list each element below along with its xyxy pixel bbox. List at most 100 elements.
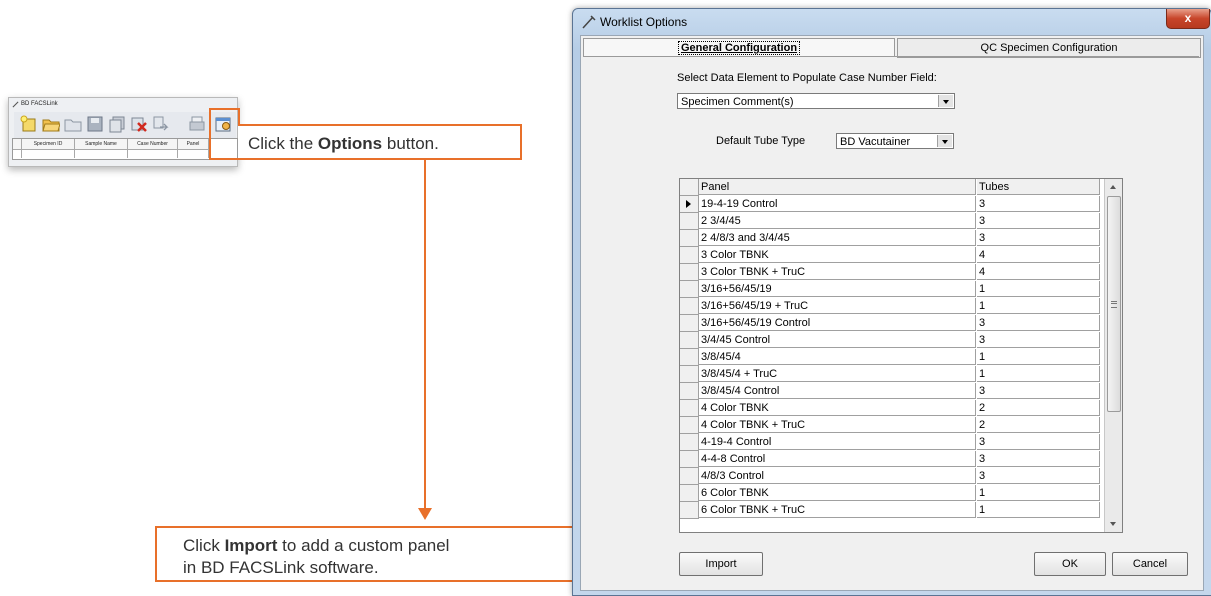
row-selector[interactable] [680,468,699,485]
cell-panel[interactable]: 3/16+56/45/19 [699,281,976,297]
table-row[interactable]: 3 Color TBNK 4 [680,247,1104,264]
scrollbar-thumb[interactable] [1107,196,1121,412]
table-row[interactable]: 2 4/8/3 and 3/4/45 3 [680,230,1104,247]
row-selector[interactable] [680,366,699,383]
row-selector[interactable] [680,247,699,264]
cell-panel[interactable]: 4 Color TBNK + TruC [699,417,976,433]
cell-panel[interactable]: 6 Color TBNK + TruC [699,502,976,518]
scroll-down-icon[interactable] [1110,522,1116,526]
column-header-panel[interactable]: Panel [699,179,976,195]
cell-panel[interactable]: 4-19-4 Control [699,434,976,450]
row-selector[interactable] [680,332,699,349]
cell-tubes[interactable]: 3 [977,468,1100,484]
table-row[interactable]: 3/16+56/45/19 Control 3 [680,315,1104,332]
cell-panel[interactable]: 3 Color TBNK [699,247,976,263]
tab-qc-specimen-configuration[interactable]: QC Specimen Configuration [897,38,1201,58]
cell-panel[interactable]: 4 Color TBNK [699,400,976,416]
table-row[interactable]: 4/8/3 Control 3 [680,468,1104,485]
row-selector[interactable] [680,315,699,332]
close-button[interactable]: x [1166,9,1210,29]
row-selector[interactable] [680,451,699,468]
row-selector[interactable] [680,383,699,400]
cell-tubes[interactable]: 2 [977,417,1100,433]
cell-panel[interactable]: 3/16+56/45/19 Control [699,315,976,331]
row-selector[interactable] [680,281,699,298]
cell-tubes[interactable]: 3 [977,332,1100,348]
cell-panel[interactable]: 3/8/45/4 + TruC [699,366,976,382]
row-selector[interactable] [680,230,699,247]
new-icon[interactable] [20,115,38,133]
row-selector[interactable] [680,298,699,315]
row-selector[interactable] [680,502,699,519]
import-button[interactable]: Import [679,552,763,576]
row-selector[interactable] [680,196,699,213]
table-row[interactable]: 3/8/45/4 1 [680,349,1104,366]
cell-tubes[interactable]: 2 [977,400,1100,416]
table-row[interactable]: 6 Color TBNK + TruC 1 [680,502,1104,519]
cell-tubes[interactable]: 3 [977,434,1100,450]
cell-panel[interactable]: 19-4-19 Control [699,196,976,212]
cell-tubes[interactable]: 3 [977,315,1100,331]
chevron-down-icon[interactable] [937,135,952,147]
cell-tubes[interactable]: 4 [977,247,1100,263]
table-row[interactable]: 19-4-19 Control 3 [680,196,1104,213]
table-row[interactable]: 3/16+56/45/19 + TruC 1 [680,298,1104,315]
cell-tubes[interactable]: 1 [977,349,1100,365]
cell-tubes[interactable]: 3 [977,196,1100,212]
cell-panel[interactable]: 4/8/3 Control [699,468,976,484]
column-header-tubes[interactable]: Tubes [977,179,1100,195]
table-row[interactable]: 3/8/45/4 + TruC 1 [680,366,1104,383]
table-row[interactable]: 3/16+56/45/19 1 [680,281,1104,298]
cell-tubes[interactable]: 4 [977,264,1100,280]
row-selector[interactable] [680,264,699,281]
row-selector[interactable] [680,434,699,451]
copy-icon[interactable] [108,115,126,133]
cell-tubes[interactable]: 1 [977,298,1100,314]
row-selector[interactable] [680,213,699,230]
cell-tubes[interactable]: 3 [977,383,1100,399]
save-icon[interactable] [86,115,104,133]
cell-panel[interactable]: 6 Color TBNK [699,485,976,501]
tab-general-configuration[interactable]: General Configuration [583,38,895,57]
row-selector[interactable] [680,485,699,502]
table-row[interactable]: 6 Color TBNK 1 [680,485,1104,502]
table-row[interactable]: 3/8/45/4 Control 3 [680,383,1104,400]
folder-icon[interactable] [64,115,82,133]
table-row[interactable]: 4-4-8 Control 3 [680,451,1104,468]
table-row[interactable]: 3/4/45 Control 3 [680,332,1104,349]
cell-tubes[interactable]: 3 [977,213,1100,229]
row-selector[interactable] [680,417,699,434]
cell-panel[interactable]: 3/8/45/4 Control [699,383,976,399]
cell-panel[interactable]: 2 4/8/3 and 3/4/45 [699,230,976,246]
export-icon[interactable] [152,115,170,133]
cell-tubes[interactable]: 3 [977,451,1100,467]
table-row[interactable]: 4 Color TBNK + TruC 2 [680,417,1104,434]
cell-tubes[interactable]: 1 [977,485,1100,501]
grid-vertical-scrollbar[interactable] [1104,179,1122,532]
cell-panel[interactable]: 3/16+56/45/19 + TruC [699,298,976,314]
table-row[interactable]: 3 Color TBNK + TruC 4 [680,264,1104,281]
delete-icon[interactable] [130,115,148,133]
cell-panel[interactable]: 4-4-8 Control [699,451,976,467]
cell-tubes[interactable]: 1 [977,281,1100,297]
cell-tubes[interactable]: 3 [977,230,1100,246]
cell-tubes[interactable]: 1 [977,502,1100,518]
table-row[interactable]: 4 Color TBNK 2 [680,400,1104,417]
row-selector[interactable] [680,349,699,366]
cell-panel[interactable]: 2 3/4/45 [699,213,976,229]
table-row[interactable]: 2 3/4/45 3 [680,213,1104,230]
row-selector[interactable] [680,400,699,417]
default-tube-type-select[interactable]: BD Vacutainer [836,133,954,149]
table-row[interactable]: 4-19-4 Control 3 [680,434,1104,451]
open-folder-icon[interactable] [42,115,60,133]
print-icon[interactable] [188,115,206,133]
case-number-field-select[interactable]: Specimen Comment(s) [677,93,955,109]
cancel-button[interactable]: Cancel [1112,552,1188,576]
cell-panel[interactable]: 3 Color TBNK + TruC [699,264,976,280]
chevron-down-icon[interactable] [938,95,953,107]
ok-button[interactable]: OK [1034,552,1106,576]
cell-panel[interactable]: 3/8/45/4 [699,349,976,365]
cell-tubes[interactable]: 1 [977,366,1100,382]
cell-panel[interactable]: 3/4/45 Control [699,332,976,348]
scroll-up-icon[interactable] [1110,185,1116,189]
